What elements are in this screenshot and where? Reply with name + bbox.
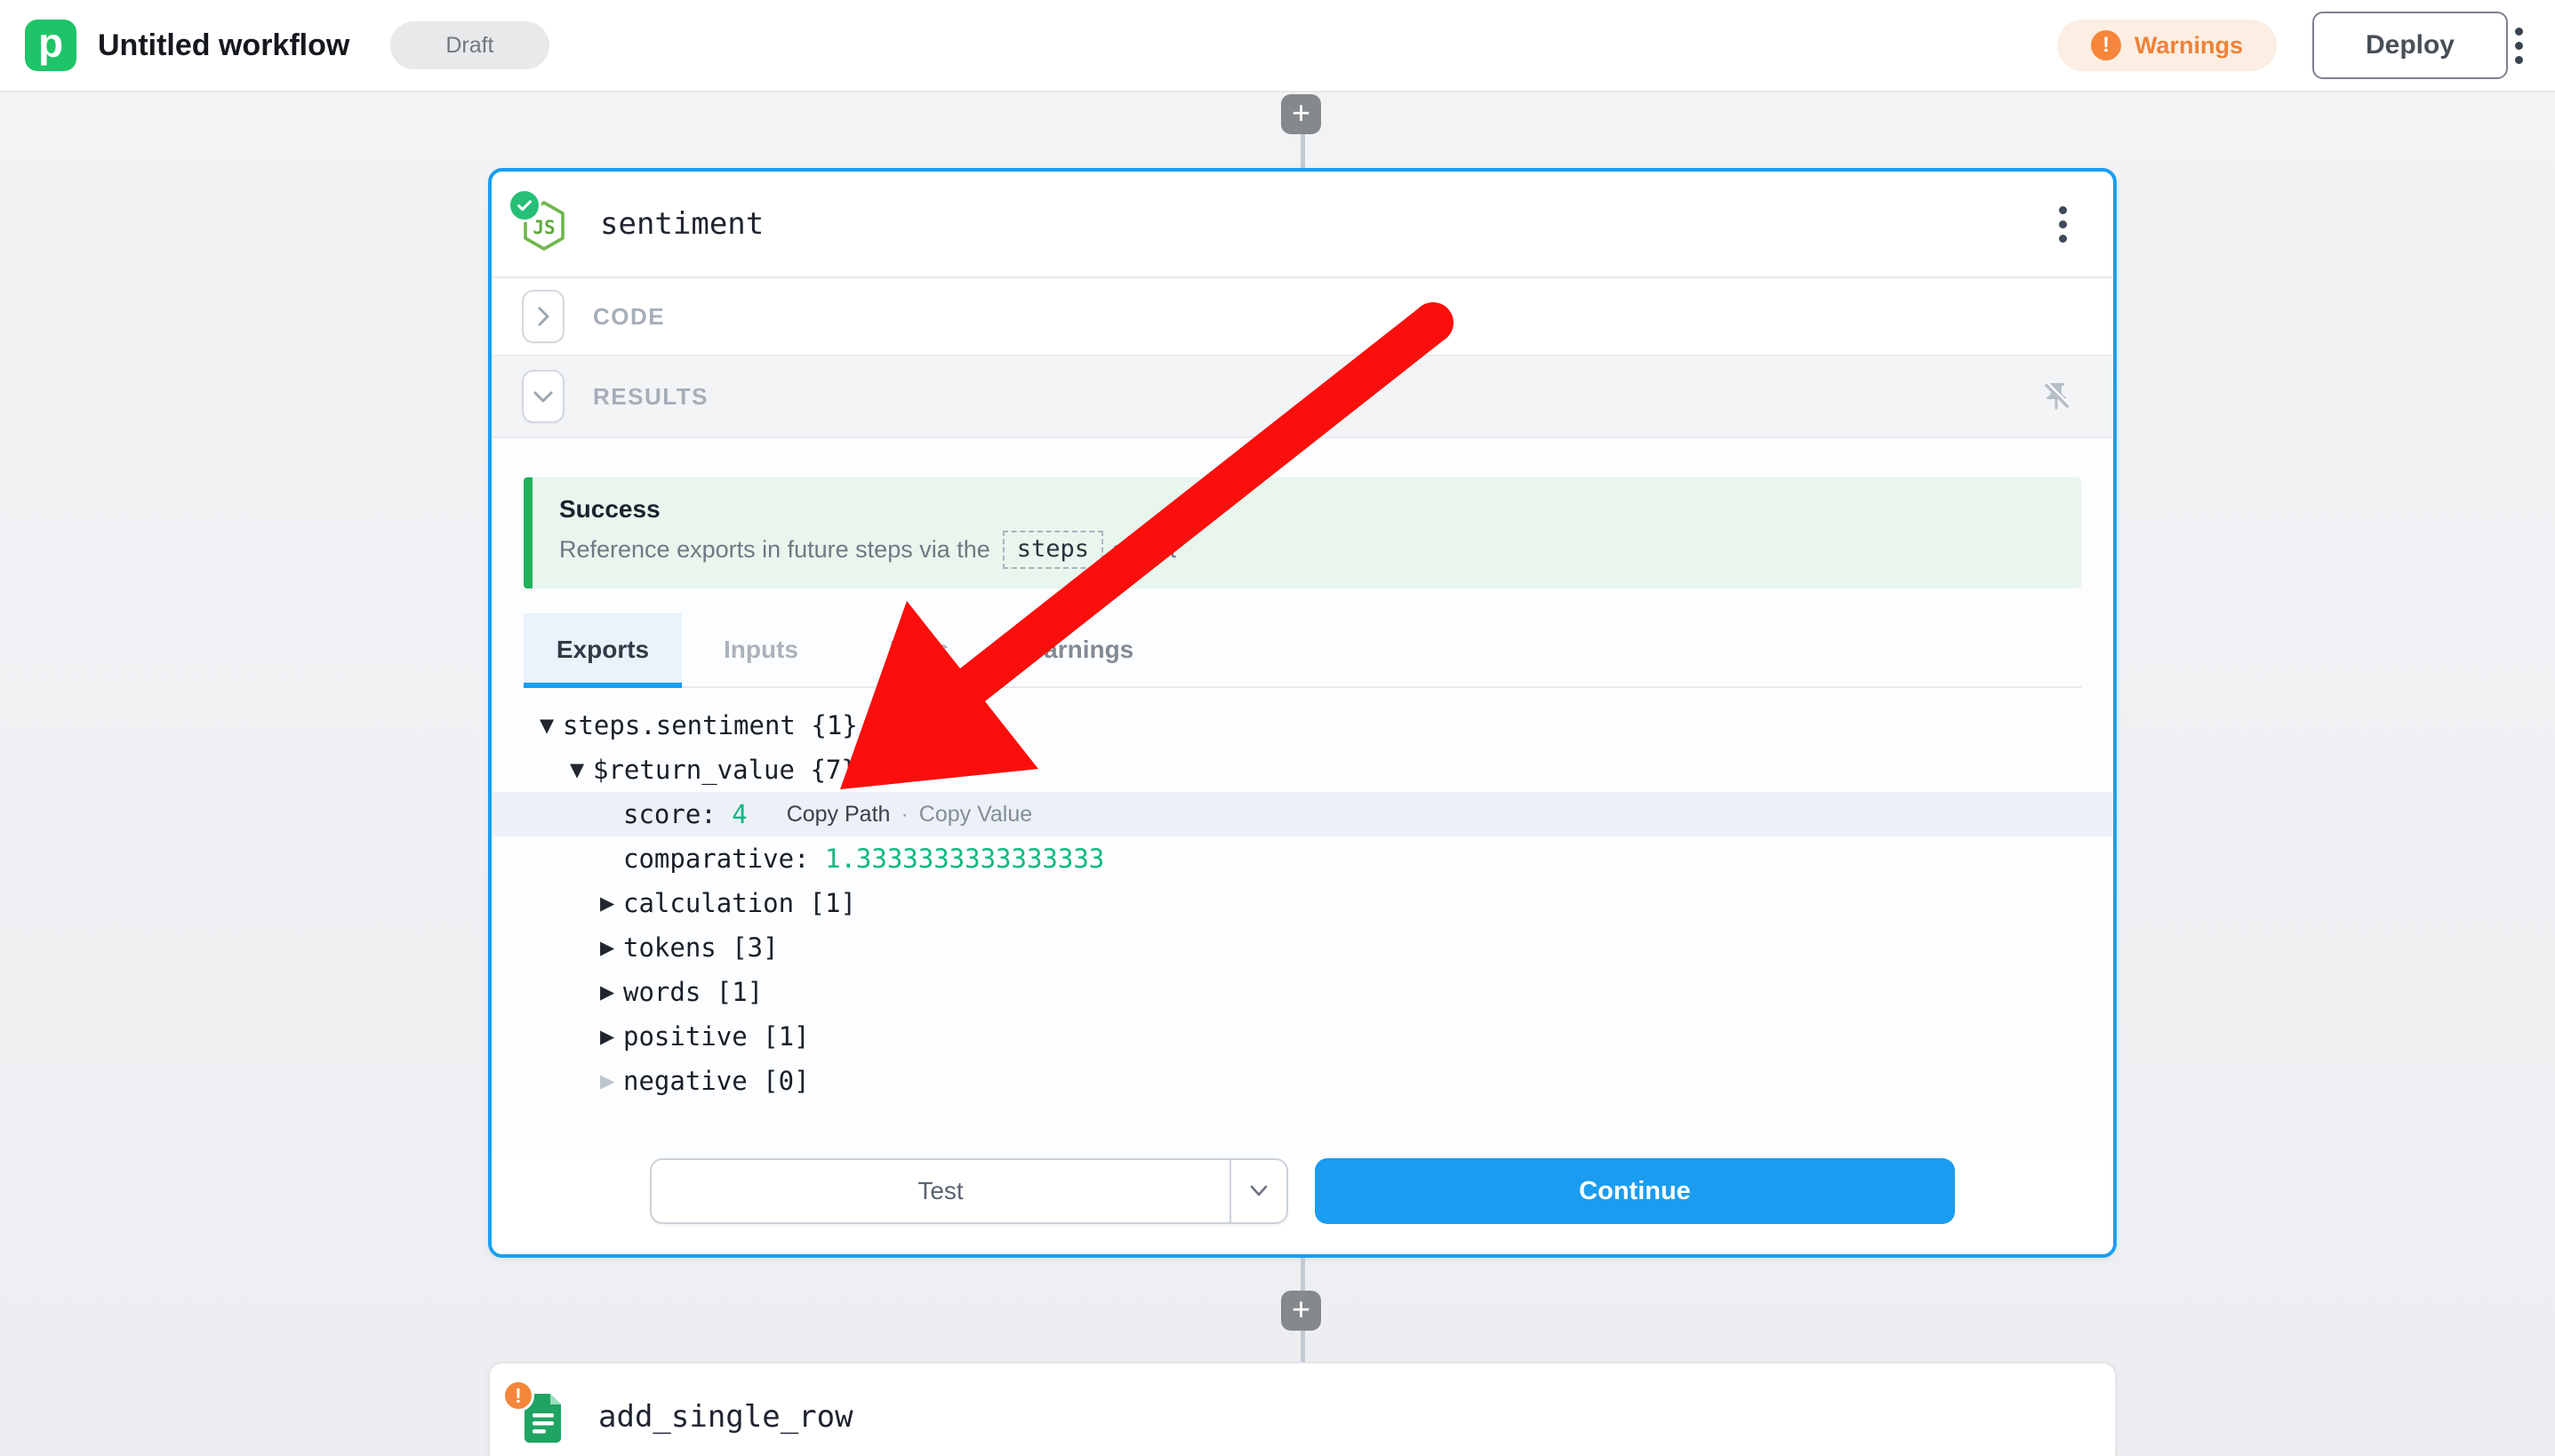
more-options-button[interactable] [2508,19,2530,73]
results-section-label: RESULTS [593,383,709,411]
step-footer: Test Continue [492,1158,2113,1254]
chevron-down-icon [1248,1182,1269,1200]
tree-key: tokens [623,932,717,963]
deploy-button[interactable]: Deploy [2312,12,2508,79]
success-banner: Success Reference exports in future step… [524,477,2081,588]
top-bar: p Untitled workflow Draft Warnings Deplo… [0,0,2555,92]
tree-key: score: [623,799,732,829]
svg-text:JS: JS [533,217,555,238]
copy-actions: Copy Path · Copy Value [787,802,1032,828]
tree-row-score[interactable]: score: 4 Copy Path · Copy Value [492,792,2113,836]
tab-exports[interactable]: Exports [524,613,682,686]
tree-meta: [0] [748,1066,810,1096]
tree-key: positive [623,1021,748,1052]
steps-object-token: steps [1003,531,1103,569]
tree-meta: {7} [795,755,857,785]
step-card-sentiment: JS sentiment CODE RESULTS [488,168,2117,1258]
tree-key: $return_value [593,755,795,785]
tree-row-tokens[interactable]: tokens [3] [492,925,2113,970]
tree-key: words [623,977,701,1007]
tab-logs[interactable]: Logs [840,613,998,686]
tree-key: negative [623,1066,748,1096]
tree-row-calculation[interactable]: calculation [1] [492,881,2113,925]
chevron-right-icon [533,305,553,328]
add-step-button-top[interactable] [1281,94,1321,134]
add-step-button-middle[interactable] [1281,1291,1321,1331]
nodejs-icon: JS [515,196,572,252]
tab-warnings[interactable]: Warnings [998,613,1157,686]
tree-row-return-value[interactable]: $return_value {7} [492,748,2113,792]
copy-actions-separator: · [901,802,908,828]
step-title: sentiment [600,206,764,242]
warning-icon [2091,30,2121,60]
success-message-prefix: Reference exports in future steps via th… [559,536,990,564]
step-card-add-single-row[interactable]: add_single_row [488,1362,2117,1456]
pipedream-logo: p [25,20,76,71]
test-dropdown-button[interactable] [1229,1160,1286,1222]
tree-row-negative[interactable]: negative [0] [492,1059,2113,1103]
tree-row-words[interactable]: words [1] [492,970,2113,1014]
status-badge: Draft [390,21,549,69]
tree-meta: [1] [701,977,763,1007]
success-message-suffix: object [1112,536,1176,564]
success-title: Success [559,495,2060,524]
chevron-down-icon [532,387,555,406]
step-header[interactable]: JS sentiment [492,172,2113,278]
code-section-row[interactable]: CODE [492,278,2113,356]
results-section-row[interactable]: RESULTS [492,356,2113,438]
expand-triangle-icon[interactable] [600,892,623,914]
tree-meta: [1] [748,1021,810,1052]
copy-value-button[interactable]: Copy Value [919,802,1032,828]
test-button[interactable]: Test [650,1158,1288,1224]
tree-row-steps-sentiment[interactable]: steps.sentiment {1} [492,703,2113,748]
results-panel: Success Reference exports in future step… [492,438,2113,1254]
expand-triangle-icon[interactable] [600,937,623,958]
collapse-triangle-icon[interactable] [570,759,593,780]
results-tabs: Exports Inputs Logs Warnings [524,613,2081,688]
expand-triangle-icon[interactable] [600,1026,623,1047]
code-toggle-button[interactable] [522,290,565,343]
tree-key: calculation [623,888,794,918]
continue-button[interactable]: Continue [1315,1158,1955,1224]
tree-meta: [3] [717,932,779,963]
alert-badge-icon [502,1380,534,1412]
exports-tree: steps.sentiment {1} $return_value {7} sc… [492,703,2113,1103]
collapse-triangle-icon[interactable] [540,715,563,736]
step-header[interactable]: add_single_row [490,1364,2115,1456]
workflow-canvas: JS sentiment CODE RESULTS [0,92,2555,1456]
success-message: Reference exports in future steps via th… [559,531,2060,569]
tab-inputs[interactable]: Inputs [682,613,840,686]
results-toggle-button[interactable] [522,370,565,423]
tree-meta: [1] [794,888,856,918]
expand-triangle-icon[interactable] [600,1070,623,1092]
warnings-label: Warnings [2135,32,2243,60]
tree-meta: {1} [796,710,858,740]
warnings-button[interactable]: Warnings [2057,20,2277,71]
tree-value: 4 [732,799,747,829]
tree-key: comparative: [623,844,825,874]
unpin-icon[interactable] [2040,380,2072,412]
step-menu-button[interactable] [2052,197,2074,252]
copy-path-button[interactable]: Copy Path [787,802,891,828]
check-badge-icon [508,188,541,222]
tree-value: 1.3333333333333333 [825,844,1104,874]
tree-row-positive[interactable]: positive [1] [492,1014,2113,1059]
step-title: add_single_row [598,1399,853,1435]
workflow-title[interactable]: Untitled workflow [98,28,349,63]
code-section-label: CODE [593,303,665,331]
test-button-label[interactable]: Test [652,1160,1229,1222]
google-sheets-icon [513,1388,570,1445]
expand-triangle-icon[interactable] [600,981,623,1003]
tree-row-comparative[interactable]: comparative: 1.3333333333333333 [492,836,2113,881]
tree-key: steps.sentiment [563,710,796,740]
